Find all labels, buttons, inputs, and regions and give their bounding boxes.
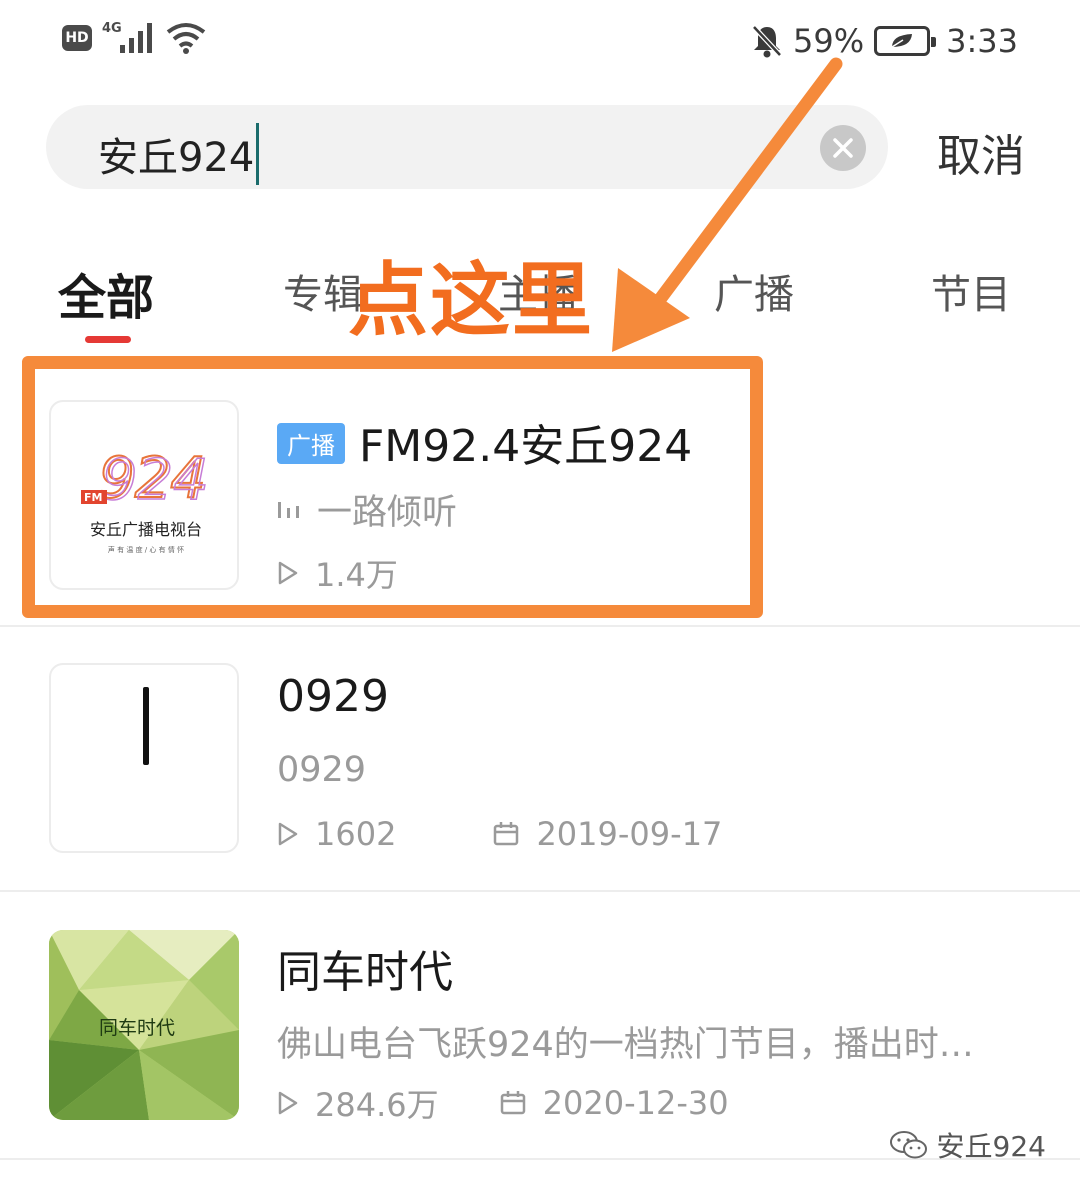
result-item-tongche[interactable]: 同车时代 同车时代 佛山电台飞跃924的一档热门节目，播出时… 284.6万 2… — [0, 910, 1080, 1155]
type-tag: 广播 — [277, 422, 345, 464]
result-title: 同车时代 — [277, 947, 453, 998]
calendar-icon — [494, 822, 519, 846]
result-meta: 284.6万 2020-12-30 — [277, 1080, 729, 1126]
fm924-logo: 924 924 FM 安丘广播电视台 声 有 温 度 / 心 有 情 怀 — [81, 445, 210, 554]
play-count: 1602 — [315, 815, 397, 853]
watermark-text: 安丘924 — [936, 1130, 1046, 1163]
divider — [0, 625, 1080, 627]
annotation-arrow-icon — [612, 57, 843, 352]
subtitle-text: 一路倾听 — [317, 493, 458, 533]
album-cover: 同车时代 — [49, 930, 239, 1120]
audio-bars-icon — [278, 501, 299, 518]
play-icon — [278, 1091, 298, 1115]
result-item-0929[interactable]: 0929 0929 1602 2019-09-17 — [0, 645, 1080, 890]
svg-text:同车时代: 同车时代 — [99, 1017, 175, 1039]
album-cover — [49, 663, 239, 853]
play-icon — [278, 561, 298, 585]
result-title: 广播 FM92.4安丘924 — [277, 410, 692, 474]
calendar-icon — [500, 1091, 525, 1115]
cover-mark — [143, 687, 149, 765]
divider — [0, 890, 1080, 892]
result-meta: 1602 2019-09-17 — [277, 815, 722, 853]
publish-date: 2019-09-17 — [536, 815, 723, 853]
result-title-text: FM92.4安丘924 — [359, 421, 693, 472]
wechat-icon — [889, 1131, 927, 1159]
play-icon — [278, 822, 298, 846]
play-count: 284.6万 — [315, 1086, 439, 1124]
result-item-fm924[interactable]: 924 924 FM 安丘广播电视台 声 有 温 度 / 心 有 情 怀 广播 F… — [0, 380, 1080, 625]
svg-text:安丘广播电视台: 安丘广播电视台 — [90, 520, 202, 539]
svg-text:声 有 温 度 / 心 有 情 怀: 声 有 温 度 / 心 有 情 怀 — [108, 545, 184, 554]
polygon-cover-art: 同车时代 — [49, 930, 239, 1120]
publish-date: 2020-12-30 — [542, 1084, 729, 1122]
result-subtitle: 0929 — [277, 750, 367, 790]
result-subtitle: 一路倾听 — [277, 484, 457, 535]
result-subtitle: 佛山电台飞跃924的一档热门节目，播出时… — [277, 1025, 974, 1065]
result-meta: 1.4万 — [277, 550, 398, 596]
svg-text:FM: FM — [84, 491, 102, 504]
watermark: 安丘924 — [889, 1125, 1046, 1165]
svg-text:924: 924 — [102, 448, 209, 513]
result-title: 0929 — [277, 671, 389, 722]
station-logo: 924 924 FM 安丘广播电视台 声 有 温 度 / 心 有 情 怀 — [49, 400, 239, 590]
play-count: 1.4万 — [315, 556, 398, 594]
